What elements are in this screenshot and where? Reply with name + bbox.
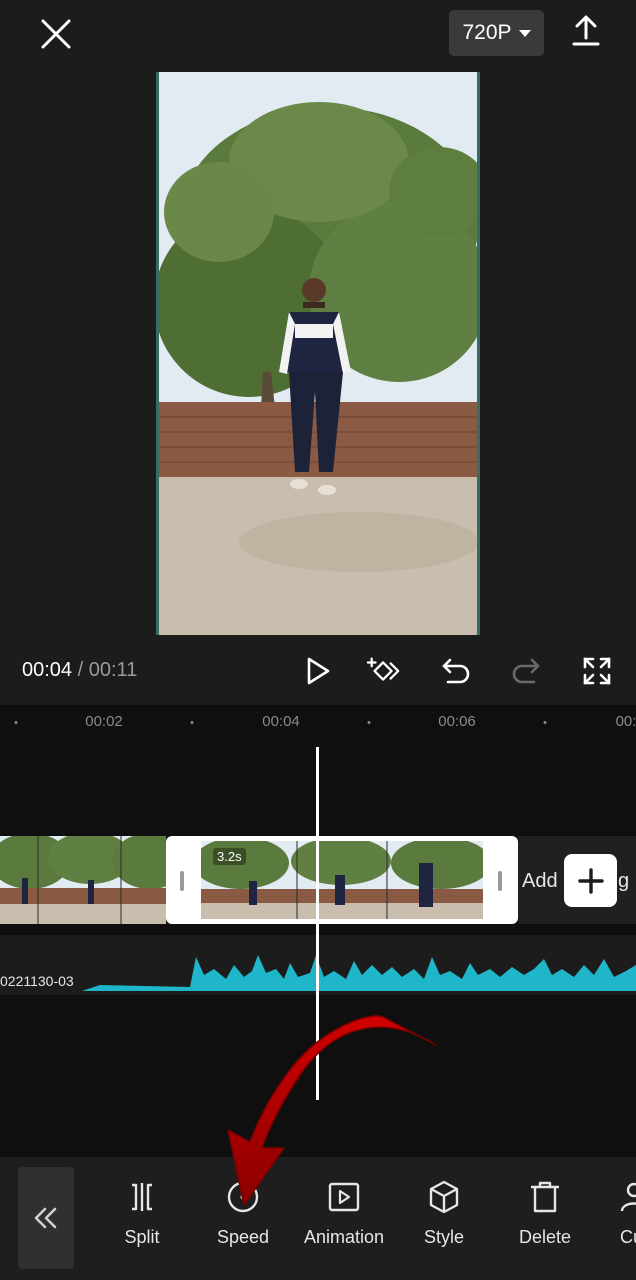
tool-split[interactable]: Split — [92, 1179, 192, 1259]
upload-icon — [572, 15, 600, 46]
redo-button[interactable] — [508, 653, 544, 689]
ruler-dot — [543, 721, 547, 724]
tool-delete[interactable]: Delete — [495, 1179, 595, 1259]
add-ending-area: Add g — [518, 836, 636, 924]
ruler-label: 00:04 — [262, 713, 300, 730]
plus-icon — [577, 867, 604, 894]
export-button[interactable] — [566, 10, 606, 50]
add-ending-label-tail: g — [618, 870, 630, 892]
animation-icon — [328, 1182, 360, 1212]
close-button[interactable] — [34, 12, 78, 56]
clip-thumbnails — [0, 836, 166, 924]
add-clip-button[interactable] — [564, 854, 617, 907]
tool-speed[interactable]: Speed — [193, 1179, 293, 1259]
close-icon — [41, 19, 71, 49]
tool-label: Delete — [518, 1227, 572, 1247]
tool-style[interactable]: Style — [394, 1179, 494, 1259]
undo-icon — [442, 658, 470, 684]
tool-animation[interactable]: Animation — [294, 1179, 394, 1259]
audio-track-name: 0221130-03 — [0, 973, 74, 989]
tool-label: Style — [423, 1227, 465, 1247]
keyframe-add-icon — [366, 657, 400, 681]
chevron-down-icon — [518, 29, 531, 37]
tool-label: Speed — [216, 1227, 270, 1247]
play-button[interactable] — [300, 653, 336, 689]
double-chevron-left-icon — [34, 1207, 57, 1229]
fullscreen-icon — [583, 657, 611, 685]
add-ending-label: Add — [522, 870, 558, 892]
video-clip-previous[interactable] — [0, 836, 166, 924]
ruler-label: 00:02 — [85, 713, 123, 730]
current-time: 00:04 — [22, 659, 73, 681]
style-icon — [429, 1180, 459, 1214]
trim-handle-left[interactable] — [180, 871, 184, 891]
split-icon — [132, 1183, 152, 1211]
tool-label: Cu — [620, 1227, 636, 1247]
delete-icon — [531, 1181, 559, 1213]
tool-label: Split — [124, 1227, 160, 1247]
resolution-label: 720P — [462, 21, 512, 44]
time-display: 00:04 / 00:11 — [22, 659, 137, 682]
tool-cutout[interactable]: Cu — [586, 1179, 636, 1259]
edit-toolbar: Split Speed Animation Style Delete C — [0, 1157, 636, 1280]
video-preview[interactable] — [156, 72, 480, 635]
trim-handle-right[interactable] — [498, 871, 502, 891]
time-separator: / — [77, 659, 84, 681]
fullscreen-button[interactable] — [579, 653, 615, 689]
ruler-dot — [190, 721, 194, 724]
clip-duration-badge: 3.2s — [213, 848, 246, 865]
resolution-dropdown[interactable]: 720P — [449, 10, 544, 56]
play-icon — [307, 657, 330, 685]
playhead[interactable] — [316, 747, 319, 1100]
ruler-label: 00: — [615, 713, 636, 730]
ruler-dot — [367, 721, 371, 724]
video-clip-selected[interactable]: 3.2s — [166, 836, 518, 924]
undo-button[interactable] — [438, 653, 474, 689]
total-time: 00:11 — [88, 659, 138, 681]
timeline[interactable]: 00:02 00:04 00:06 00: 3.2s Add g 0221130… — [0, 705, 636, 1157]
time-ruler[interactable]: 00:02 00:04 00:06 00: — [0, 705, 636, 741]
redo-icon — [512, 658, 540, 684]
back-button[interactable] — [18, 1167, 74, 1269]
cutout-icon — [620, 1182, 636, 1212]
keyframe-button[interactable] — [366, 653, 402, 689]
video-frame-image — [159, 72, 477, 635]
playback-controls: 00:04 / 00:11 — [0, 645, 636, 697]
ruler-label: 00:06 — [438, 713, 476, 730]
tool-label: Animation — [303, 1227, 385, 1247]
speed-icon — [227, 1181, 259, 1213]
top-bar: 720P — [0, 0, 636, 66]
ruler-dot — [14, 721, 18, 724]
